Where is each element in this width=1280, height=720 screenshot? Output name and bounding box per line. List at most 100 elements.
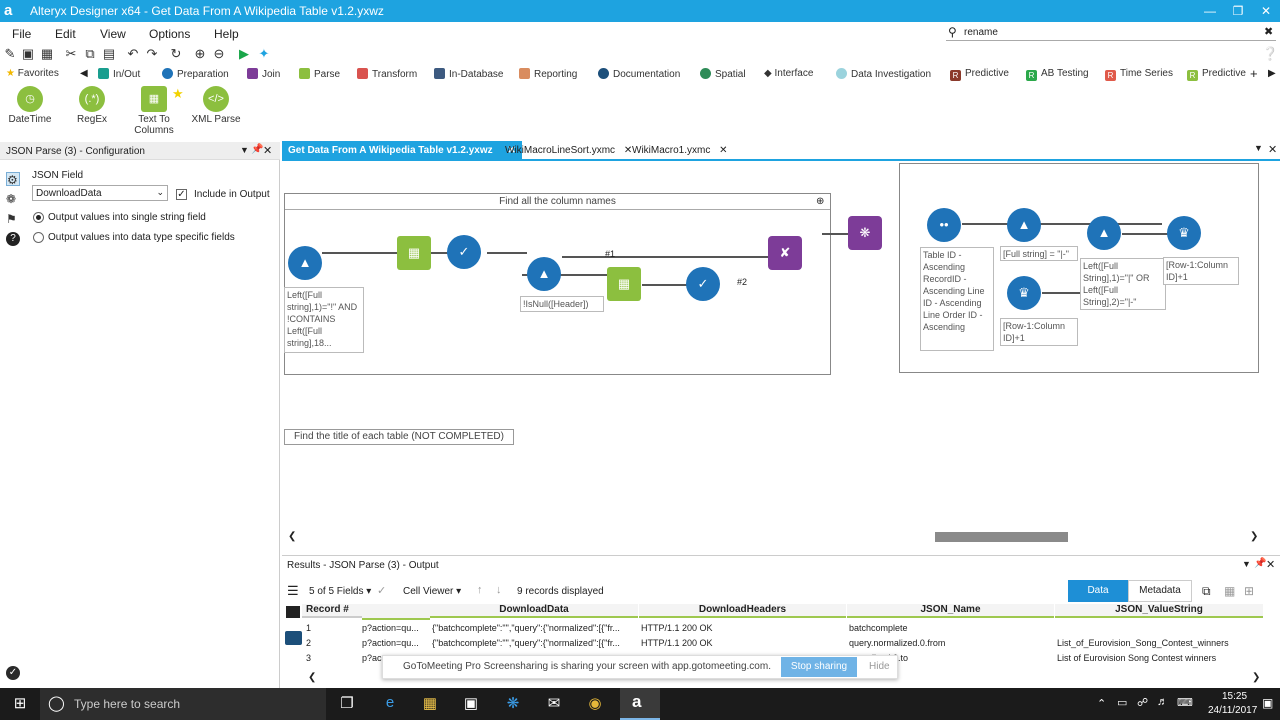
cut-icon[interactable]: ✂ — [63, 46, 79, 62]
menu-file[interactable]: File — [12, 27, 31, 41]
edge-icon[interactable]: e — [378, 694, 402, 714]
sort-tool-icon[interactable]: •• — [927, 208, 961, 242]
file-explorer-icon[interactable]: ▦ — [418, 694, 442, 714]
notification-icon[interactable]: ▣ — [1262, 696, 1273, 710]
select-tool-icon[interactable]: ✓ — [447, 235, 481, 269]
category-parse[interactable]: Parse — [299, 68, 340, 80]
container-table-title[interactable]: Find the title of each table (NOT COMPLE… — [284, 429, 514, 445]
text-to-columns-tool-icon[interactable]: ▦ — [607, 267, 641, 301]
tabs-menu-icon[interactable]: ▼ — [1254, 143, 1263, 153]
wrench-icon[interactable]: ⚙ — [6, 172, 20, 187]
search-input[interactable]: rename — [964, 27, 998, 38]
results-pin-icon[interactable]: 📌 — [1254, 558, 1266, 569]
canvas-horizontal-scrollbar[interactable]: ❮ ❯ — [282, 530, 1276, 544]
macro-tool-icon[interactable]: ✘ — [768, 236, 802, 270]
metadata-button[interactable]: Metadata — [1128, 580, 1192, 602]
battery-icon[interactable]: ▭ — [1117, 696, 1127, 709]
stop-sharing-button[interactable]: Stop sharing — [781, 657, 857, 677]
category-spatial[interactable]: Spatial — [700, 68, 746, 80]
tool-xml-parse[interactable]: </> XML Parse — [188, 86, 244, 125]
zoom-in-icon[interactable]: ⊕ — [192, 46, 208, 62]
paste-icon[interactable]: ▤ — [101, 46, 117, 62]
save-icon[interactable]: ▦ — [1224, 584, 1235, 598]
chrome-icon[interactable]: ◉ — [583, 694, 607, 714]
column-json-name[interactable]: JSON_Name — [847, 604, 1054, 618]
windows-start-icon[interactable]: ⊞ — [8, 694, 32, 714]
category-data-investigation[interactable]: Data Investigation — [836, 68, 931, 80]
hide-button[interactable]: Hide — [869, 661, 890, 672]
help-icon[interactable]: ❔ — [1262, 46, 1278, 62]
category-favorites[interactable]: ★ Favorites — [6, 68, 59, 79]
chevron-up-icon[interactable]: ⌃ — [1097, 697, 1106, 710]
results-menu-icon[interactable]: ▼ — [1242, 559, 1251, 569]
pin-icon[interactable]: 📌 — [251, 144, 263, 155]
category-ab-testing[interactable]: R AB Testing — [1026, 68, 1089, 81]
close-icon[interactable]: ✕ — [1252, 2, 1280, 20]
tab-main-workflow[interactable]: Get Data From A Wikipedia Table v1.2.yxw… — [282, 141, 522, 159]
add-category-icon[interactable]: + — [1250, 66, 1258, 81]
filter-tool-icon[interactable]: ▲ — [527, 257, 561, 291]
scroll-right-icon[interactable]: ❯ — [1250, 531, 1258, 542]
category-transform[interactable]: Transform — [357, 68, 417, 80]
type-specific-radio[interactable] — [33, 232, 44, 243]
include-in-output-checkbox[interactable]: ✓ — [176, 189, 187, 200]
network-icon[interactable]: ☍ — [1137, 696, 1148, 709]
close-tab-icon[interactable]: ✕ — [719, 145, 727, 156]
minimize-icon[interactable]: — — [1196, 2, 1224, 20]
multi-row-formula-icon[interactable]: ♛ — [1007, 276, 1041, 310]
workflow-canvas[interactable]: Find all the column names ⊕ ▲ ▦ ✓ ▲ ▦ ✓ … — [282, 163, 1276, 545]
help-circle-icon[interactable]: ? — [6, 232, 20, 246]
category-documentation[interactable]: Documentation — [598, 68, 680, 80]
menu-options[interactable]: Options — [149, 27, 190, 41]
filter-tool-icon[interactable]: ▲ — [1087, 216, 1121, 250]
close-pane-icon[interactable]: ✕ — [263, 144, 272, 157]
undo-icon[interactable]: ↶ — [125, 46, 141, 62]
category-interface[interactable]: ◆ Interface — [764, 68, 813, 79]
tab-wikimacro1[interactable]: WikiMacro1.yxmc ✕ — [626, 141, 734, 159]
copy-icon[interactable]: ⧉ — [82, 46, 98, 62]
run-icon[interactable]: ▶ — [236, 46, 252, 62]
copy-icon[interactable]: ⧉ — [1202, 584, 1211, 599]
menu-view[interactable]: View — [100, 27, 126, 41]
arrow-down-icon[interactable]: ↓ — [496, 584, 502, 596]
grid-nav-icon[interactable] — [285, 631, 302, 645]
redo-icon[interactable]: ↷ — [144, 46, 160, 62]
tool-regex[interactable]: (.*) RegEx — [64, 86, 120, 125]
zoom-out-icon[interactable]: ⊖ — [211, 46, 227, 62]
keyboard-icon[interactable]: ⌨ — [1177, 696, 1193, 709]
results-scroll-left-icon[interactable]: ❮ — [308, 672, 316, 683]
category-in-out[interactable]: In/Out — [98, 68, 140, 80]
scroll-left-icon[interactable]: ❮ — [288, 531, 296, 542]
pane-menu-icon[interactable]: ▼ — [240, 145, 249, 155]
select-tool-icon[interactable]: ✓ — [686, 267, 720, 301]
mail-icon[interactable]: ✉ — [542, 694, 566, 714]
scroll-thumb[interactable] — [935, 532, 1068, 542]
arrow-up-icon[interactable]: ↑ — [477, 584, 483, 596]
union-tool-icon[interactable]: ❋ — [848, 216, 882, 250]
tool-datetime[interactable]: ◷ DateTime — [2, 86, 58, 125]
column-record[interactable]: Record # — [302, 604, 362, 618]
connection-icon[interactable]: ❁ — [6, 192, 20, 206]
close-canvas-icon[interactable]: ✕ — [1268, 143, 1277, 156]
filter-tool-icon[interactable]: ▲ — [1007, 208, 1041, 242]
collapse-icon[interactable]: ⊕ — [816, 196, 824, 207]
category-reporting[interactable]: Reporting — [519, 68, 577, 80]
tag-icon[interactable]: ⚑ — [6, 212, 20, 226]
clock-date[interactable]: 24/11/2017 — [1208, 705, 1257, 716]
clear-search-icon[interactable]: ✖ — [1264, 25, 1273, 38]
results-scroll-right-icon[interactable]: ❯ — [1252, 672, 1260, 683]
alteryx-taskbar-app[interactable]: a — [620, 688, 660, 720]
single-string-radio[interactable] — [33, 212, 44, 223]
task-view-icon[interactable]: ❐ — [335, 694, 359, 714]
column-json-valuestring[interactable]: JSON_ValueString — [1055, 604, 1263, 618]
category-next-icon[interactable]: ▶ — [1268, 68, 1276, 79]
category-predictive[interactable]: R Predictive — [950, 68, 1009, 81]
open-icon[interactable]: ▣ — [20, 46, 36, 62]
refresh-icon[interactable]: ↻ — [168, 46, 184, 62]
category-join[interactable]: Join — [247, 68, 280, 80]
maximize-icon[interactable]: ❐ — [1224, 2, 1252, 20]
results-close-icon[interactable]: ✕ — [1266, 558, 1275, 571]
export-icon[interactable]: ⊞ — [1244, 584, 1254, 598]
tool-search[interactable]: ⚲ rename ✖ — [946, 25, 1280, 41]
menu-edit[interactable]: Edit — [55, 27, 76, 41]
